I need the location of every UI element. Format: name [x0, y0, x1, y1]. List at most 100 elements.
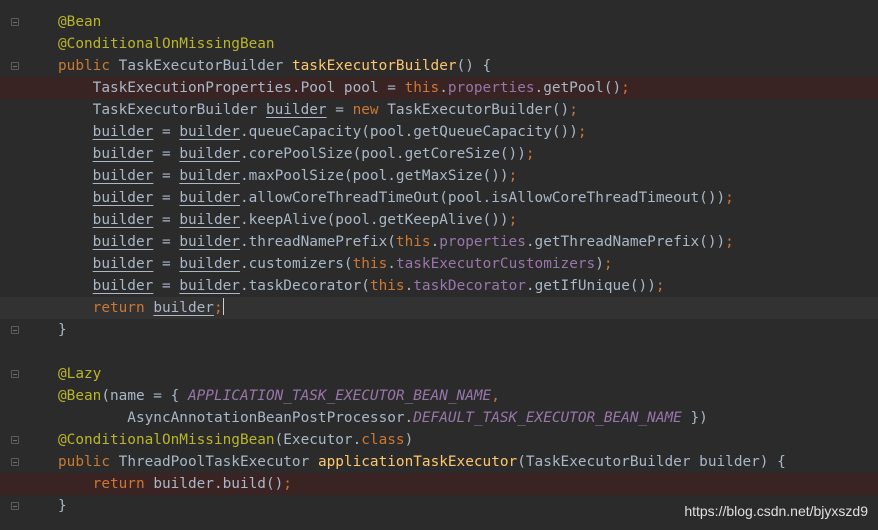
code-token: .corePoolSize(pool.getCoreSize()) [239, 146, 526, 162]
code-token: this [369, 278, 405, 294]
code-token: .customizers( [239, 256, 353, 272]
code-token: ; [603, 256, 613, 272]
code-token: new [352, 102, 388, 118]
code-token: . [404, 278, 414, 294]
code-token: TaskExecutorBuilder [58, 102, 266, 118]
code-line[interactable]: builder = builder.queueCapacity(pool.get… [0, 121, 878, 143]
code-token: builder [92, 234, 154, 250]
code-token: .keepAlive(pool.getKeepAlive()) [239, 212, 509, 228]
code-token: ; [621, 80, 630, 96]
code-line-text: return builder; [58, 297, 224, 319]
code-token: builder [179, 146, 240, 162]
code-line-text: builder = builder.corePoolSize(pool.getC… [58, 143, 535, 165]
code-token: builder [92, 212, 154, 228]
code-token: taskExecutorBuilder [291, 58, 457, 74]
code-line-text: @Bean(name = { APPLICATION_TASK_EXECUTOR… [58, 385, 500, 407]
code-line[interactable]: @Bean [0, 11, 878, 33]
code-line-text: @ConditionalOnMissingBean [58, 33, 275, 55]
code-token: ) [595, 256, 604, 272]
code-line[interactable]: builder = builder.threadNamePrefix(this.… [0, 231, 878, 253]
watermark-url: https://blog.csdn.net/bjyxszd9 [684, 503, 868, 519]
code-line[interactable]: builder = builder.keepAlive(pool.getKeep… [0, 209, 878, 231]
code-line[interactable]: builder = builder.taskDecorator(this.tas… [0, 275, 878, 297]
code-token: (TaskExecutorBuilder builder) { [517, 454, 786, 470]
code-token: builder [265, 102, 327, 118]
code-token: TaskExecutionProperties.Pool pool = [58, 80, 405, 96]
code-token: .threadNamePrefix( [239, 234, 396, 250]
code-token: @Bean [58, 388, 102, 404]
code-token: builder [92, 256, 154, 272]
code-token: .maxPoolSize(pool.getMaxSize()) [239, 168, 509, 184]
code-line-text: TaskExecutorBuilder builder = new TaskEx… [58, 99, 578, 121]
code-token: builder.build() [153, 476, 284, 492]
code-token: DEFAULT_TASK_EXECUTOR_BEAN_NAME [413, 410, 682, 426]
code-line[interactable]: @ConditionalOnMissingBean(Executor.class… [0, 429, 878, 451]
code-line[interactable]: builder = builder.allowCoreThreadTimeOut… [0, 187, 878, 209]
code-line[interactable]: return builder; [0, 297, 878, 319]
code-token: builder [179, 278, 240, 294]
code-line-text: builder = builder.threadNamePrefix(this.… [58, 231, 734, 253]
code-token: (Executor. [274, 432, 362, 448]
code-line-text: } [58, 319, 67, 341]
code-token: APPLICATION_TASK_EXECUTOR_BEAN_NAME [187, 388, 492, 404]
code-line[interactable]: TaskExecutorBuilder builder = new TaskEx… [0, 99, 878, 121]
code-token: (name = { [101, 388, 188, 404]
code-token: } [58, 498, 67, 514]
code-token: AsyncAnnotationBeanPostProcessor. [58, 410, 414, 426]
code-token: ; [525, 146, 535, 162]
code-token: builder [92, 168, 154, 184]
code-token: @ConditionalOnMissingBean [58, 432, 275, 448]
code-line[interactable] [0, 341, 878, 363]
code-token: taskDecorator [413, 278, 526, 294]
code-line-text: @Bean [58, 11, 101, 33]
code-line-text: @ConditionalOnMissingBean(Executor.class… [58, 429, 413, 451]
code-token: . [439, 80, 448, 96]
code-token: . [387, 256, 396, 272]
code-line[interactable]: builder = builder.corePoolSize(pool.getC… [0, 143, 878, 165]
code-token: = [153, 212, 180, 228]
code-token: } [58, 322, 67, 338]
code-token: return [58, 476, 154, 492]
code-token: builder [92, 190, 154, 206]
code-token: class [361, 432, 405, 448]
code-token: .getIfUnique()) [525, 278, 656, 294]
code-token: @Bean [58, 14, 102, 30]
code-line-text: } [58, 495, 67, 517]
code-token: builder [92, 124, 154, 140]
code-token: ; [725, 190, 734, 206]
code-token: = [326, 102, 353, 118]
code-line-text: public ThreadPoolTaskExecutor applicatio… [58, 451, 786, 473]
code-line[interactable]: TaskExecutionProperties.Pool pool = this… [0, 77, 878, 99]
code-line[interactable]: builder = builder.maxPoolSize(pool.getMa… [0, 165, 878, 187]
code-line[interactable]: @Lazy [0, 363, 878, 385]
code-editor[interactable]: @Bean @ConditionalOnMissingBean public Tas… [0, 0, 878, 530]
code-token: ; [508, 212, 518, 228]
code-token: builder [179, 124, 240, 140]
code-token: = [153, 190, 180, 206]
code-line-text: @Lazy [58, 363, 101, 385]
code-token: builder [92, 278, 154, 294]
code-line[interactable]: AsyncAnnotationBeanPostProcessor.DEFAULT… [0, 407, 878, 429]
code-line[interactable]: builder = builder.customizers(this.taskE… [0, 253, 878, 275]
code-token: this [404, 80, 440, 96]
code-token: ; [725, 234, 734, 250]
code-line[interactable]: @ConditionalOnMissingBean [0, 33, 878, 55]
code-line[interactable]: } [0, 319, 878, 341]
code-token: = [153, 278, 180, 294]
code-token: TaskExecutorBuilder() [387, 102, 570, 118]
code-token: .taskDecorator( [239, 278, 370, 294]
code-line[interactable]: public ThreadPoolTaskExecutor applicatio… [0, 451, 878, 473]
code-line-text: builder = builder.keepAlive(pool.getKeep… [58, 209, 518, 231]
code-token: ) [404, 432, 414, 448]
code-line[interactable]: public TaskExecutorBuilder taskExecutorB… [0, 55, 878, 77]
code-line[interactable]: @Bean(name = { APPLICATION_TASK_EXECUTOR… [0, 385, 878, 407]
code-line-text: builder = builder.queueCapacity(pool.get… [58, 121, 587, 143]
code-line[interactable]: return builder.build(); [0, 473, 878, 495]
code-token: @ConditionalOnMissingBean [58, 36, 275, 52]
